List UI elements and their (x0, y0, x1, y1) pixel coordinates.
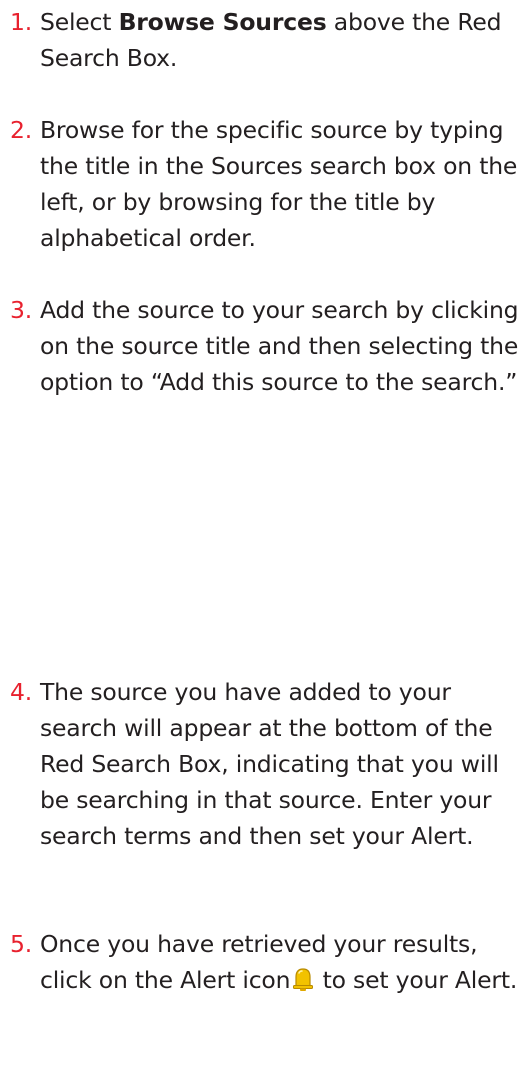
browse-sources-label: Browse Sources (118, 8, 327, 36)
step-text: Once you have retrieved your results, cl… (10, 926, 525, 998)
step-4: 4. The source you have added to your sea… (10, 674, 525, 854)
step-number: 4. (10, 678, 33, 706)
step-text: The source you have added to your search… (40, 678, 499, 850)
step-1: 1. Select Browse Sources above the Red S… (10, 4, 525, 76)
step-text: Select Browse Sources above the Red Sear… (10, 4, 525, 76)
step-number: 3. (10, 296, 33, 324)
step-5: 5. Once you have retrieved your results,… (10, 926, 525, 998)
step-3: 3. Add the source to your search by clic… (10, 292, 525, 400)
step-text-before: Select (40, 8, 119, 36)
step-number: 1. (10, 8, 33, 36)
step-number: 5. (10, 930, 33, 958)
step-text-after: to set your Alert. (315, 966, 518, 994)
step-2: 2. Browse for the specific source by typ… (10, 112, 525, 256)
alert-bell-icon (291, 966, 315, 992)
step-number: 2. (10, 116, 33, 144)
step-text: Browse for the specific source by typing… (40, 116, 518, 252)
step-text: Add the source to your search by clickin… (40, 296, 519, 396)
